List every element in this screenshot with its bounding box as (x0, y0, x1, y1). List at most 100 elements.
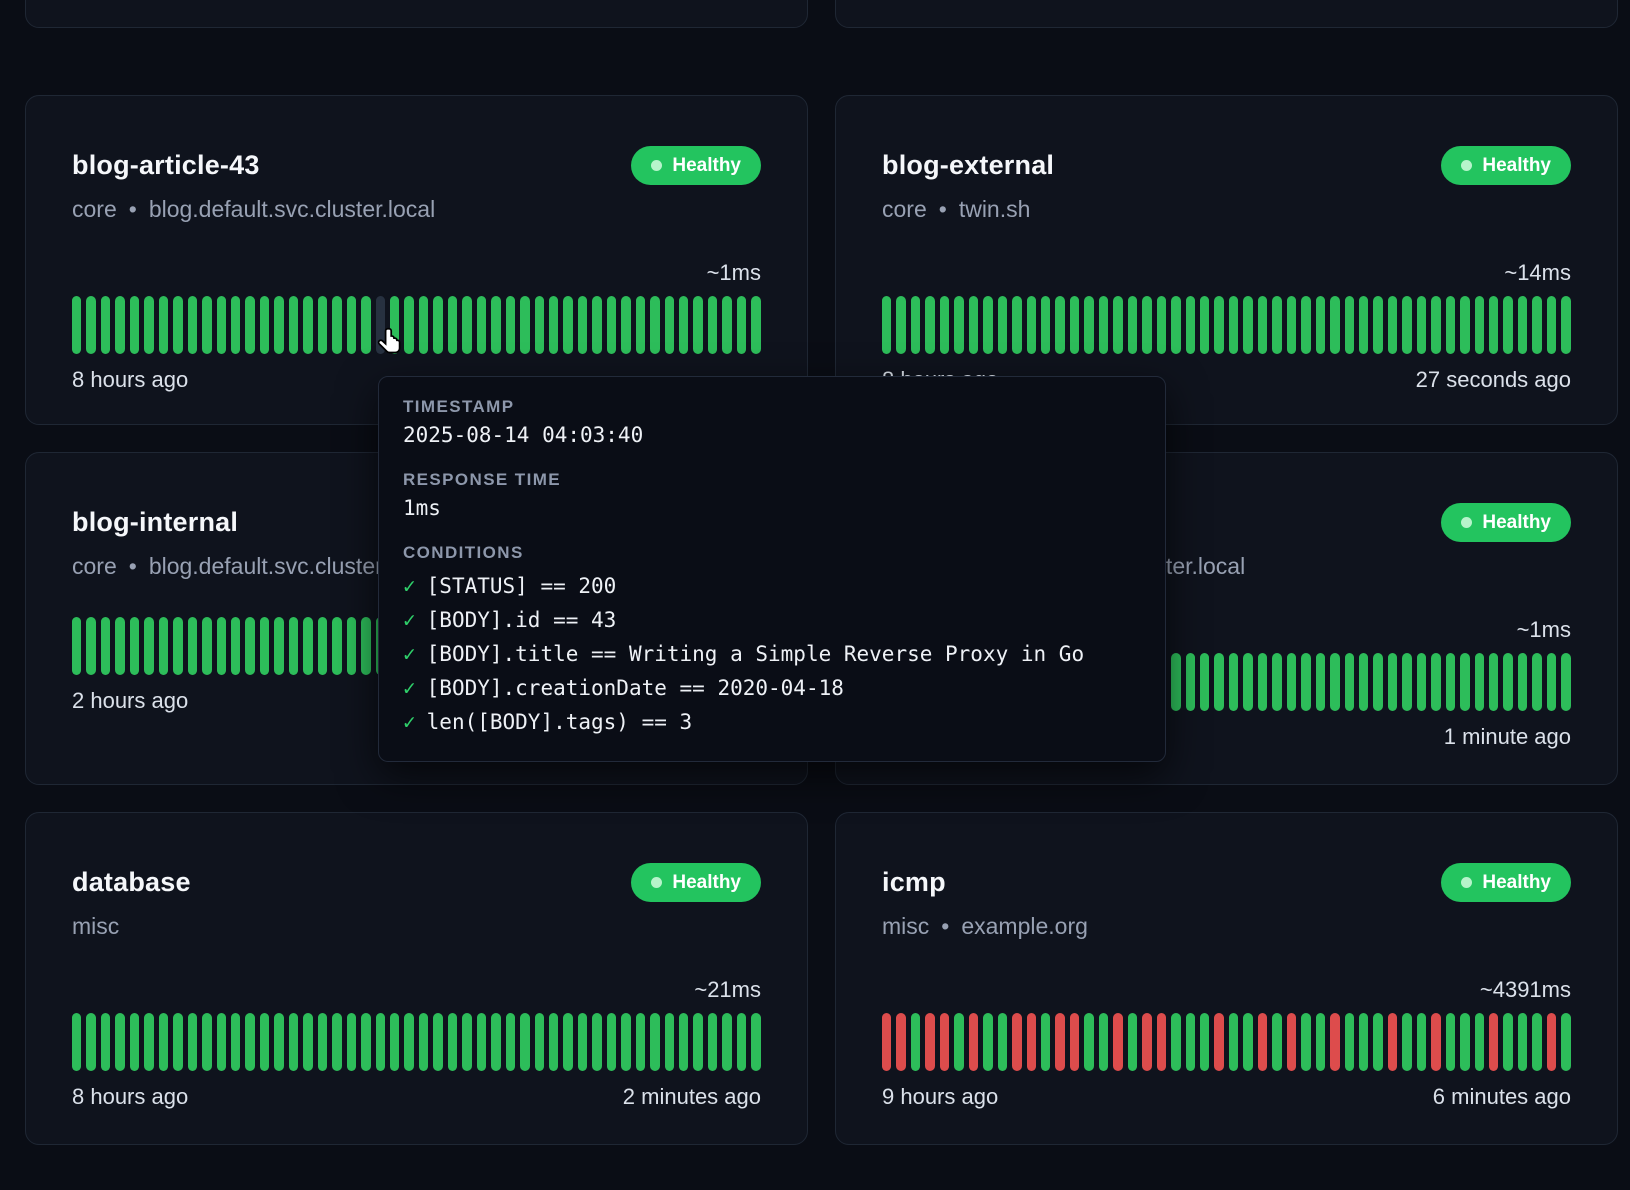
uptime-bar[interactable] (1547, 1013, 1556, 1071)
uptime-bar[interactable] (188, 1013, 197, 1071)
uptime-bar[interactable] (1460, 653, 1469, 711)
uptime-bar[interactable] (1157, 296, 1166, 354)
uptime-bar[interactable] (202, 1013, 211, 1071)
uptime-bar[interactable] (1128, 296, 1137, 354)
uptime-bar[interactable] (433, 296, 442, 354)
uptime-bar[interactable] (130, 617, 139, 675)
uptime-bar[interactable] (1359, 653, 1368, 711)
uptime-bar[interactable] (1200, 653, 1209, 711)
uptime-bar[interactable] (347, 617, 356, 675)
uptime-bar[interactable] (217, 296, 226, 354)
uptime-bar[interactable] (1316, 296, 1325, 354)
uptime-bar[interactable] (1402, 296, 1411, 354)
uptime-bar[interactable] (1055, 1013, 1064, 1071)
uptime-bar[interactable] (1200, 296, 1209, 354)
uptime-bar[interactable] (722, 296, 731, 354)
uptime-bar[interactable] (130, 1013, 139, 1071)
uptime-bar[interactable] (693, 1013, 702, 1071)
uptime-bar[interactable] (679, 1013, 688, 1071)
uptime-bar[interactable] (1446, 1013, 1455, 1071)
uptime-bar[interactable] (376, 1013, 385, 1071)
uptime-bar[interactable] (1287, 653, 1296, 711)
uptime-bar[interactable] (332, 296, 341, 354)
uptime-bar[interactable] (983, 296, 992, 354)
uptime-bar[interactable] (332, 617, 341, 675)
uptime-bar[interactable] (1345, 1013, 1354, 1071)
uptime-bar[interactable] (245, 1013, 254, 1071)
uptime-bar[interactable] (1475, 296, 1484, 354)
uptime-bar[interactable] (1373, 296, 1382, 354)
uptime-bar[interactable] (1431, 1013, 1440, 1071)
uptime-bar[interactable] (1503, 296, 1512, 354)
uptime-bar[interactable] (1027, 1013, 1036, 1071)
uptime-bar[interactable] (115, 617, 124, 675)
uptime-bar[interactable] (173, 296, 182, 354)
uptime-bar[interactable] (1489, 653, 1498, 711)
uptime-bar[interactable] (1547, 653, 1556, 711)
uptime-bar[interactable] (925, 296, 934, 354)
uptime-bar[interactable] (954, 1013, 963, 1071)
uptime-bar[interactable] (1142, 296, 1151, 354)
uptime-bar[interactable] (940, 296, 949, 354)
uptime-bar[interactable] (1532, 1013, 1541, 1071)
uptime-bar[interactable] (1388, 1013, 1397, 1071)
uptime-bar[interactable] (231, 1013, 240, 1071)
uptime-bar[interactable] (332, 1013, 341, 1071)
uptime-bar[interactable] (245, 617, 254, 675)
uptime-bar[interactable] (1417, 653, 1426, 711)
uptime-bar[interactable] (998, 1013, 1007, 1071)
uptime-bar[interactable] (318, 1013, 327, 1071)
uptime-bar[interactable] (491, 1013, 500, 1071)
uptime-bar[interactable] (708, 296, 717, 354)
uptime-bars[interactable] (72, 296, 761, 354)
uptime-bar[interactable] (1417, 1013, 1426, 1071)
uptime-bar[interactable] (491, 296, 500, 354)
uptime-bar[interactable] (1301, 1013, 1310, 1071)
uptime-bar[interactable] (1113, 296, 1122, 354)
uptime-bar[interactable] (1359, 296, 1368, 354)
uptime-bar[interactable] (1128, 1013, 1137, 1071)
uptime-bar[interactable] (86, 296, 95, 354)
uptime-bar[interactable] (1547, 296, 1556, 354)
uptime-bar[interactable] (896, 1013, 905, 1071)
uptime-bar[interactable] (274, 296, 283, 354)
uptime-bar[interactable] (621, 296, 630, 354)
uptime-bar[interactable] (1157, 1013, 1166, 1071)
uptime-bar[interactable] (115, 296, 124, 354)
uptime-bar[interactable] (433, 1013, 442, 1071)
uptime-bar[interactable] (1186, 1013, 1195, 1071)
uptime-bar[interactable] (217, 1013, 226, 1071)
uptime-bar[interactable] (1489, 1013, 1498, 1071)
uptime-bar[interactable] (1258, 653, 1267, 711)
uptime-bar[interactable] (1518, 653, 1527, 711)
uptime-bar[interactable] (1532, 653, 1541, 711)
uptime-bar[interactable] (1417, 296, 1426, 354)
uptime-bar[interactable] (1214, 653, 1223, 711)
uptime-bar[interactable] (86, 1013, 95, 1071)
uptime-bar[interactable] (361, 617, 370, 675)
uptime-bar[interactable] (72, 296, 81, 354)
uptime-bar[interactable] (159, 617, 168, 675)
uptime-bar[interactable] (72, 617, 81, 675)
uptime-bar[interactable] (159, 1013, 168, 1071)
uptime-bar[interactable] (173, 1013, 182, 1071)
uptime-bar[interactable] (925, 1013, 934, 1071)
uptime-bar[interactable] (1171, 653, 1180, 711)
uptime-bar[interactable] (376, 296, 385, 354)
uptime-bar[interactable] (636, 1013, 645, 1071)
uptime-bar[interactable] (1272, 653, 1281, 711)
uptime-bar[interactable] (1446, 653, 1455, 711)
uptime-bar[interactable] (1287, 1013, 1296, 1071)
uptime-bar[interactable] (390, 296, 399, 354)
uptime-bar[interactable] (1084, 1013, 1093, 1071)
uptime-bar[interactable] (940, 1013, 949, 1071)
uptime-bar[interactable] (1142, 1013, 1151, 1071)
uptime-bar[interactable] (1330, 653, 1339, 711)
uptime-bar[interactable] (274, 617, 283, 675)
uptime-bar[interactable] (404, 1013, 413, 1071)
uptime-bar[interactable] (751, 1013, 760, 1071)
uptime-bar[interactable] (520, 296, 529, 354)
uptime-bar[interactable] (1373, 653, 1382, 711)
endpoint-card-partial[interactable] (25, 0, 808, 28)
uptime-bar[interactable] (1460, 296, 1469, 354)
